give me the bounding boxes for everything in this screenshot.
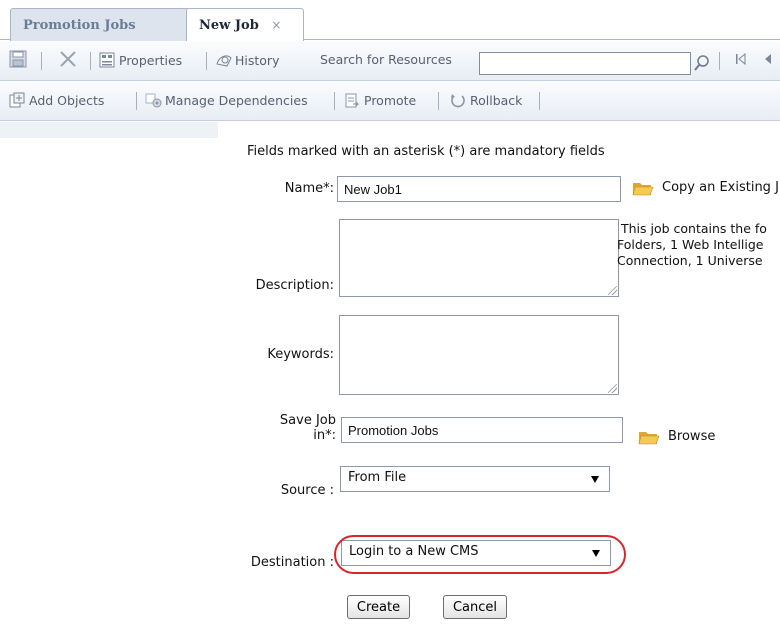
tab-new-job[interactable]: New Job ×: [186, 8, 304, 42]
history-icon: [215, 52, 232, 68]
save-job-field[interactable]: [341, 417, 623, 443]
save-job-label-line2: in*:: [313, 428, 336, 443]
save-job-label: Save Job in*:: [230, 413, 336, 443]
properties-button[interactable]: Properties: [99, 52, 182, 68]
folder-icon: [632, 181, 654, 195]
search-input[interactable]: [479, 52, 691, 75]
delete-button[interactable]: [59, 50, 76, 67]
folder-icon: [638, 430, 660, 444]
previous-page-icon[interactable]: [763, 52, 773, 66]
action-toolbar: Add Objects Manage Dependencies Promote …: [0, 81, 780, 121]
destination-highlight-ring: [334, 535, 626, 574]
name-field[interactable]: [337, 176, 621, 202]
browse-link[interactable]: Browse: [638, 429, 715, 444]
source-label: Source :: [280, 483, 334, 498]
search-icon: [694, 54, 710, 75]
source-value: From File: [348, 470, 407, 485]
tab-label: Promotion Jobs: [23, 18, 136, 33]
search-label: Search for Resources: [320, 52, 452, 67]
keywords-field[interactable]: [339, 315, 619, 395]
keywords-label: Keywords:: [267, 347, 334, 362]
job-info-text: This job contains the fo Folders, 1 Web …: [617, 221, 767, 268]
toolbar-separator: [136, 92, 137, 110]
rollback-label: Rollback: [470, 92, 523, 108]
manage-dependencies-button[interactable]: Manage Dependencies: [145, 92, 308, 108]
add-objects-button[interactable]: Add Objects: [9, 92, 104, 108]
toolbar-separator: [438, 92, 439, 110]
promote-button[interactable]: Promote: [344, 92, 416, 108]
copy-existing-job-link[interactable]: Copy an Existing J: [632, 180, 779, 195]
description-label: Description:: [255, 278, 334, 293]
first-page-icon[interactable]: [735, 52, 747, 66]
name-label: Name*:: [284, 181, 334, 196]
rollback-button[interactable]: Rollback: [450, 92, 522, 108]
add-objects-icon: [9, 92, 25, 108]
rollback-icon: [450, 92, 466, 108]
toolbar-separator: [719, 52, 720, 70]
history-label: History: [235, 52, 280, 68]
create-button[interactable]: Create: [347, 595, 410, 619]
tab-bar: Promotion Jobs New Job ×: [0, 0, 780, 42]
cancel-button[interactable]: Cancel: [443, 595, 507, 619]
browse-label: Browse: [668, 429, 716, 444]
toolbar-separator: [334, 92, 335, 110]
properties-label: Properties: [119, 52, 183, 68]
tab-label: New Job: [199, 18, 259, 33]
destination-label: Destination :: [250, 555, 334, 570]
save-job-label-line1: Save Job: [279, 413, 336, 428]
dependencies-icon: [145, 92, 162, 108]
close-icon[interactable]: ×: [271, 18, 281, 32]
source-select[interactable]: From File: [340, 466, 610, 492]
delete-icon: [59, 50, 76, 67]
toolbar-separator: [206, 52, 207, 70]
left-panel: [0, 122, 218, 138]
toolbar-separator: [90, 52, 91, 70]
resize-handle[interactable]: [608, 384, 617, 393]
copy-existing-label: Copy an Existing J: [662, 180, 779, 195]
search-button[interactable]: [690, 52, 712, 75]
mandatory-note: Fields marked with an asterisk (*) are m…: [247, 144, 605, 159]
toolbar-separator: [41, 52, 42, 70]
save-icon: [9, 50, 27, 68]
promote-icon: [344, 92, 360, 108]
promote-label: Promote: [364, 92, 417, 108]
resize-handle[interactable]: [608, 286, 617, 295]
history-button[interactable]: History: [215, 52, 279, 68]
tab-promotion-jobs[interactable]: Promotion Jobs: [10, 8, 190, 41]
manage-dependencies-label: Manage Dependencies: [165, 92, 308, 108]
description-field[interactable]: [339, 219, 619, 297]
toolbar-separator: [539, 92, 540, 110]
properties-icon: [99, 52, 115, 68]
chevron-down-icon: [591, 476, 599, 483]
save-button[interactable]: [9, 50, 27, 68]
add-objects-label: Add Objects: [29, 92, 105, 108]
